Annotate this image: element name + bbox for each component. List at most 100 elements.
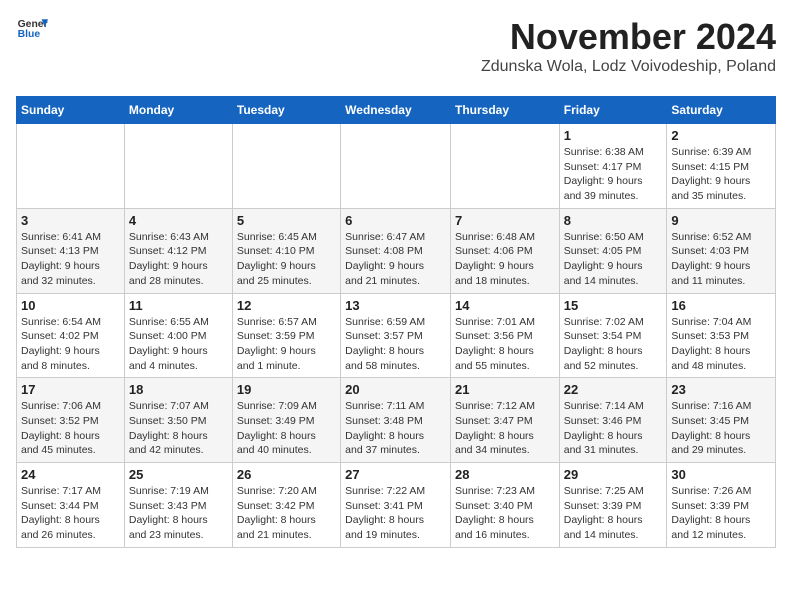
day-number: 24 xyxy=(21,467,120,482)
calendar-cell: 21 Sunrise: 7:12 AMSunset: 3:47 PMDayligh… xyxy=(450,378,559,463)
day-number: 28 xyxy=(455,467,555,482)
day-number: 1 xyxy=(564,128,663,143)
weekday-header-cell: Wednesday xyxy=(341,97,451,124)
calendar-cell: 23Sunrise: 7:16 AMSunset: 3:45 PMDayligh… xyxy=(667,378,776,463)
calendar-cell: 11 Sunrise: 6:55 AMSunset: 4:00 PMDayligh… xyxy=(124,293,232,378)
day-number: 19 xyxy=(237,382,336,397)
day-number: 14 xyxy=(455,298,555,313)
day-number: 30 xyxy=(671,467,771,482)
day-number: 4 xyxy=(129,213,228,228)
day-info: Sunrise: 7:06 AMSunset: 3:52 PMDaylight:… xyxy=(21,399,120,458)
day-info: Sunrise: 7:23 AMSunset: 3:40 PMDaylight:… xyxy=(455,484,555,543)
calendar-cell xyxy=(124,124,232,209)
title-section: November 2024 Zdunska Wola, Lodz Voivode… xyxy=(481,16,776,84)
day-info: Sunrise: 7:09 AMSunset: 3:49 PMDaylight:… xyxy=(237,399,336,458)
month-title: November 2024 xyxy=(481,16,776,58)
day-info: Sunrise: 7:11 AMSunset: 3:48 PMDaylight:… xyxy=(345,399,446,458)
calendar-cell: 26 Sunrise: 7:20 AMSunset: 3:42 PMDayligh… xyxy=(232,463,340,548)
day-number: 12 xyxy=(237,298,336,313)
logo-icon: General Blue xyxy=(16,16,48,40)
calendar-cell: 2 Sunrise: 6:39 AMSunset: 4:15 PMDaylight… xyxy=(667,124,776,209)
day-info: Sunrise: 6:39 AMSunset: 4:15 PMDaylight:… xyxy=(671,145,771,204)
calendar-cell: 28 Sunrise: 7:23 AMSunset: 3:40 PMDayligh… xyxy=(450,463,559,548)
calendar-cell xyxy=(232,124,340,209)
calendar-cell xyxy=(17,124,125,209)
calendar-cell: 7Sunrise: 6:48 AMSunset: 4:06 PMDaylight… xyxy=(450,208,559,293)
day-info: Sunrise: 7:14 AMSunset: 3:46 PMDaylight:… xyxy=(564,399,663,458)
weekday-header-cell: Thursday xyxy=(450,97,559,124)
calendar-cell: 17Sunrise: 7:06 AMSunset: 3:52 PMDayligh… xyxy=(17,378,125,463)
day-info: Sunrise: 7:07 AMSunset: 3:50 PMDaylight:… xyxy=(129,399,228,458)
weekday-header-cell: Saturday xyxy=(667,97,776,124)
day-number: 3 xyxy=(21,213,120,228)
calendar-week-row: 17Sunrise: 7:06 AMSunset: 3:52 PMDayligh… xyxy=(17,378,776,463)
calendar-cell: 20 Sunrise: 7:11 AMSunset: 3:48 PMDayligh… xyxy=(341,378,451,463)
weekday-header-cell: Sunday xyxy=(17,97,125,124)
day-number: 29 xyxy=(564,467,663,482)
calendar-cell: 3 Sunrise: 6:41 AMSunset: 4:13 PMDaylight… xyxy=(17,208,125,293)
day-info: Sunrise: 7:22 AMSunset: 3:41 PMDaylight:… xyxy=(345,484,446,543)
day-info: Sunrise: 7:12 AMSunset: 3:47 PMDaylight:… xyxy=(455,399,555,458)
calendar-week-row: 3 Sunrise: 6:41 AMSunset: 4:13 PMDaylight… xyxy=(17,208,776,293)
day-number: 25 xyxy=(129,467,228,482)
calendar-cell: 14 Sunrise: 7:01 AMSunset: 3:56 PMDayligh… xyxy=(450,293,559,378)
day-info: Sunrise: 6:54 AMSunset: 4:02 PMDaylight:… xyxy=(21,315,120,374)
day-info: Sunrise: 6:45 AMSunset: 4:10 PMDaylight:… xyxy=(237,230,336,289)
calendar-cell: 22 Sunrise: 7:14 AMSunset: 3:46 PMDayligh… xyxy=(559,378,667,463)
calendar-cell: 4Sunrise: 6:43 AMSunset: 4:12 PMDaylight… xyxy=(124,208,232,293)
day-number: 6 xyxy=(345,213,446,228)
day-number: 21 xyxy=(455,382,555,397)
day-info: Sunrise: 7:02 AMSunset: 3:54 PMDaylight:… xyxy=(564,315,663,374)
calendar-cell: 27 Sunrise: 7:22 AMSunset: 3:41 PMDayligh… xyxy=(341,463,451,548)
day-info: Sunrise: 6:55 AMSunset: 4:00 PMDaylight:… xyxy=(129,315,228,374)
day-number: 9 xyxy=(671,213,771,228)
day-number: 11 xyxy=(129,298,228,313)
logo: General Blue xyxy=(16,16,52,40)
calendar-body: 1 Sunrise: 6:38 AMSunset: 4:17 PMDaylight… xyxy=(17,124,776,548)
calendar-cell: 18 Sunrise: 7:07 AMSunset: 3:50 PMDayligh… xyxy=(124,378,232,463)
calendar-cell: 25 Sunrise: 7:19 AMSunset: 3:43 PMDayligh… xyxy=(124,463,232,548)
day-info: Sunrise: 7:19 AMSunset: 3:43 PMDaylight:… xyxy=(129,484,228,543)
day-info: Sunrise: 6:50 AMSunset: 4:05 PMDaylight:… xyxy=(564,230,663,289)
day-number: 27 xyxy=(345,467,446,482)
location-title: Zdunska Wola, Lodz Voivodeship, Poland xyxy=(481,58,776,76)
day-info: Sunrise: 7:25 AMSunset: 3:39 PMDaylight:… xyxy=(564,484,663,543)
day-number: 26 xyxy=(237,467,336,482)
calendar-cell xyxy=(341,124,451,209)
calendar-cell: 12Sunrise: 6:57 AMSunset: 3:59 PMDayligh… xyxy=(232,293,340,378)
calendar-table: SundayMondayTuesdayWednesdayThursdayFrid… xyxy=(16,96,776,548)
day-number: 10 xyxy=(21,298,120,313)
day-number: 18 xyxy=(129,382,228,397)
weekday-header-cell: Tuesday xyxy=(232,97,340,124)
day-number: 2 xyxy=(671,128,771,143)
calendar-week-row: 10 Sunrise: 6:54 AMSunset: 4:02 PMDayligh… xyxy=(17,293,776,378)
day-number: 23 xyxy=(671,382,771,397)
day-number: 13 xyxy=(345,298,446,313)
calendar-cell: 1 Sunrise: 6:38 AMSunset: 4:17 PMDaylight… xyxy=(559,124,667,209)
day-info: Sunrise: 6:47 AMSunset: 4:08 PMDaylight:… xyxy=(345,230,446,289)
calendar-cell: 19 Sunrise: 7:09 AMSunset: 3:49 PMDayligh… xyxy=(232,378,340,463)
calendar-cell: 24 Sunrise: 7:17 AMSunset: 3:44 PMDayligh… xyxy=(17,463,125,548)
day-info: Sunrise: 7:17 AMSunset: 3:44 PMDaylight:… xyxy=(21,484,120,543)
calendar-cell: 5 Sunrise: 6:45 AMSunset: 4:10 PMDaylight… xyxy=(232,208,340,293)
calendar-cell: 8 Sunrise: 6:50 AMSunset: 4:05 PMDaylight… xyxy=(559,208,667,293)
svg-text:Blue: Blue xyxy=(18,29,41,40)
day-info: Sunrise: 7:20 AMSunset: 3:42 PMDaylight:… xyxy=(237,484,336,543)
day-info: Sunrise: 6:59 AMSunset: 3:57 PMDaylight:… xyxy=(345,315,446,374)
weekday-header-cell: Friday xyxy=(559,97,667,124)
day-number: 15 xyxy=(564,298,663,313)
day-number: 7 xyxy=(455,213,555,228)
calendar-cell: 29 Sunrise: 7:25 AMSunset: 3:39 PMDayligh… xyxy=(559,463,667,548)
day-number: 5 xyxy=(237,213,336,228)
day-number: 22 xyxy=(564,382,663,397)
calendar-cell: 30Sunrise: 7:26 AMSunset: 3:39 PMDayligh… xyxy=(667,463,776,548)
calendar-cell: 6 Sunrise: 6:47 AMSunset: 4:08 PMDaylight… xyxy=(341,208,451,293)
day-info: Sunrise: 6:41 AMSunset: 4:13 PMDaylight:… xyxy=(21,230,120,289)
day-info: Sunrise: 7:01 AMSunset: 3:56 PMDaylight:… xyxy=(455,315,555,374)
calendar-cell: 9Sunrise: 6:52 AMSunset: 4:03 PMDaylight… xyxy=(667,208,776,293)
calendar-week-row: 1 Sunrise: 6:38 AMSunset: 4:17 PMDaylight… xyxy=(17,124,776,209)
calendar-cell: 13 Sunrise: 6:59 AMSunset: 3:57 PMDayligh… xyxy=(341,293,451,378)
day-number: 20 xyxy=(345,382,446,397)
day-number: 8 xyxy=(564,213,663,228)
day-info: Sunrise: 6:38 AMSunset: 4:17 PMDaylight:… xyxy=(564,145,663,204)
